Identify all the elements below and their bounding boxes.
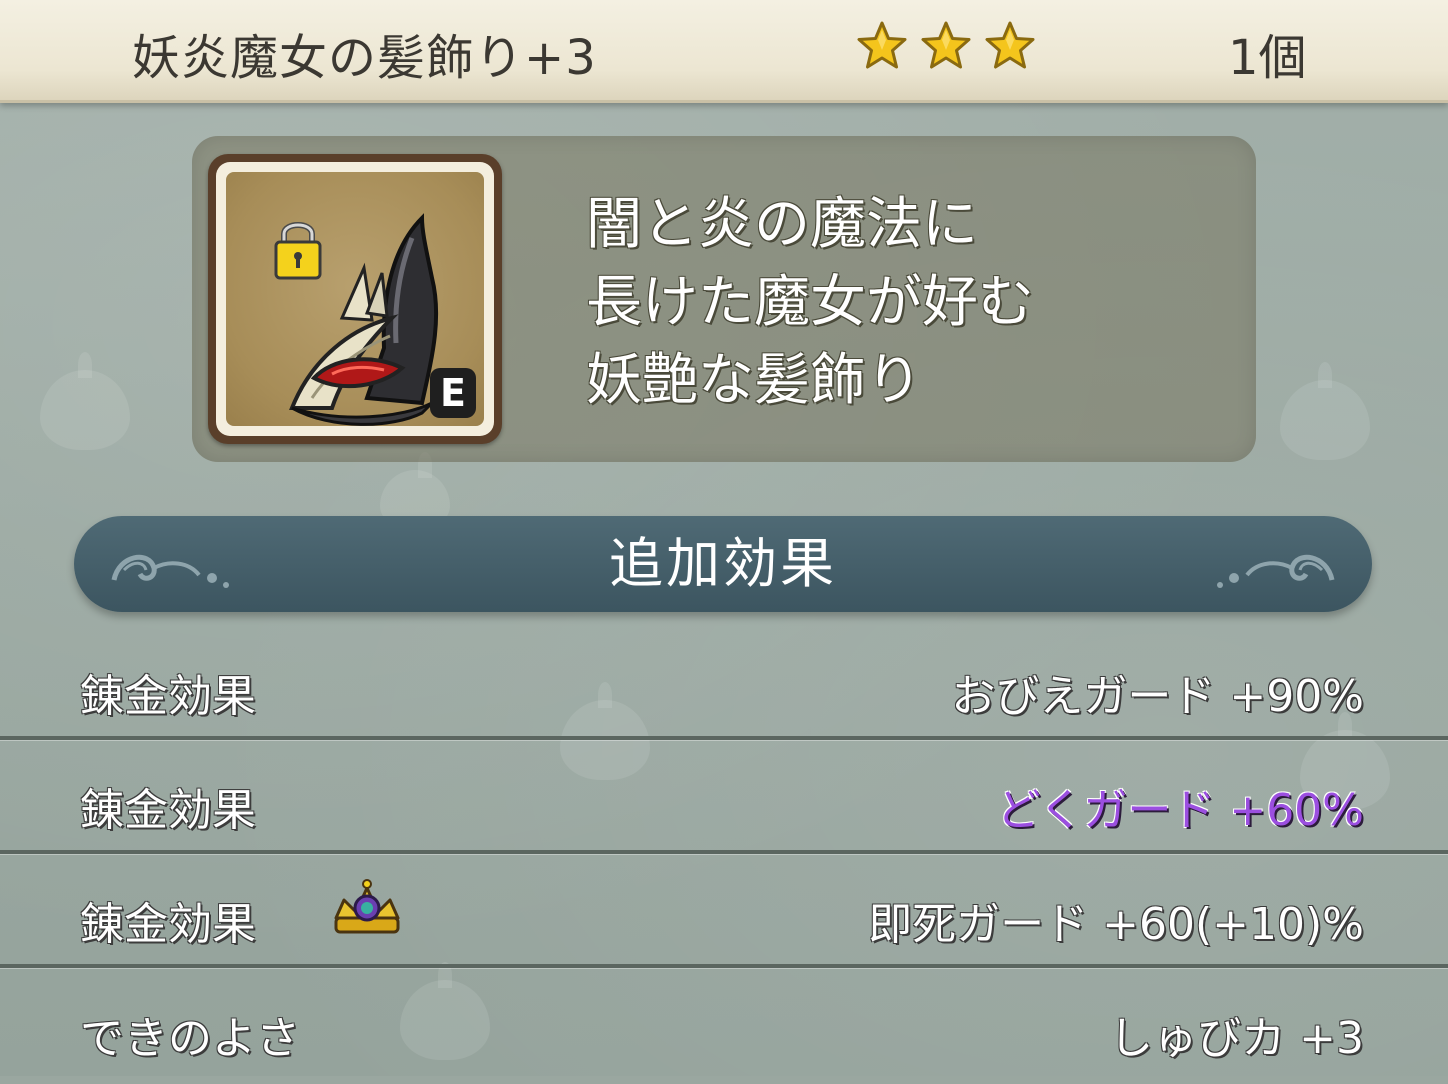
effect-label: 錬金効果 [80,671,256,722]
star-icon [985,21,1035,69]
background-slime-decoration [40,352,130,450]
item-header: 妖炎魔女の髪飾り+3 1個 [0,0,1448,103]
effect-row: 錬金効果 おびえガード +90% [0,632,1448,742]
star-icon [857,21,907,69]
equipped-badge: E [430,368,476,418]
row-divider [0,850,1448,854]
effect-row: 錬金効果 即死ガード +60(+10)% [0,860,1448,970]
effect-row: 錬金効果 どくガード +60% [0,746,1448,856]
quality-value: しゅびカ +3 [1109,1013,1364,1064]
section-title: 追加効果 [609,532,837,595]
effect-label: 錬金効果 [80,899,256,950]
item-description: 闇と炎の魔法に 長けた魔女が好む 妖艶な髪飾り [586,186,1226,420]
quality-label: できのよさ [80,1013,300,1064]
item-detail-screen: 妖炎魔女の髪飾り+3 1個 E 闇と炎の魔法に 長けた魔女が好む 妖艶な髪飾り … [0,0,1448,1076]
item-icon-frame[interactable]: E [208,154,502,444]
rarity-stars [856,20,1036,72]
effect-value: 即死ガード +60(+10)% [868,899,1364,950]
row-divider [0,964,1448,968]
description-line: 妖艶な髪飾り [586,348,922,413]
effect-value-highlighted: どくガード +60% [996,785,1364,836]
item-name: 妖炎魔女の髪飾り+3 [132,30,597,86]
description-line: 長けた魔女が好む [586,270,1034,335]
effect-label: 錬金効果 [80,785,256,836]
star-icon [921,21,971,69]
row-divider [0,736,1448,740]
crown-icon [334,879,400,934]
item-count: 1個 [1228,30,1307,86]
background-slime-decoration [1280,362,1370,460]
section-banner: 追加効果 [74,516,1372,612]
description-line: 闇と炎の魔法に [586,192,978,257]
effect-value: おびえガード +90% [951,671,1364,722]
padlock-icon [274,222,322,280]
effect-row: できのよさ しゅびカ +3 [0,974,1448,1084]
